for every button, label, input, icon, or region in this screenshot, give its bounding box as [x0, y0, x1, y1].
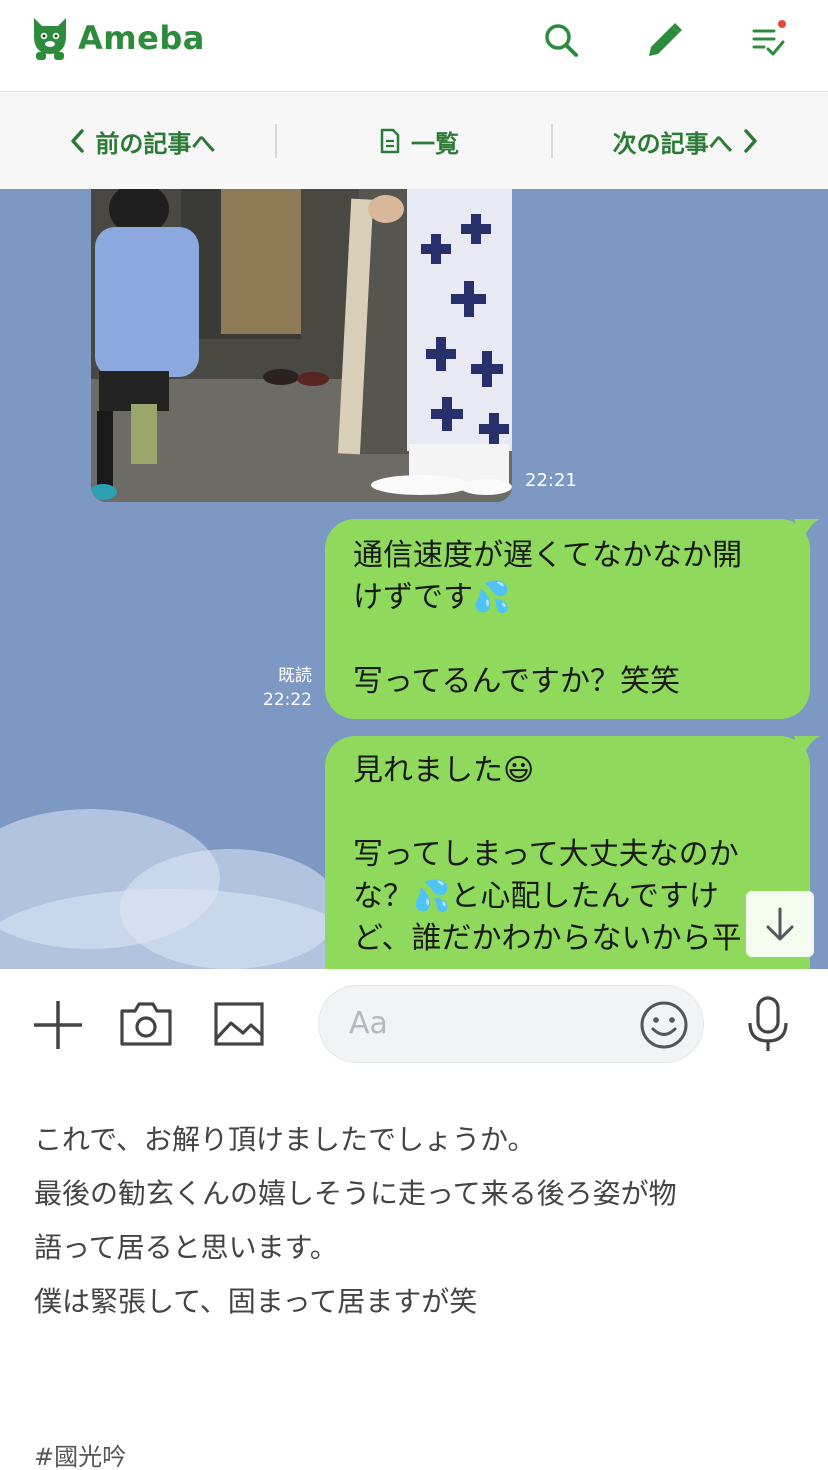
chat-input-bar: Aa — [0, 969, 828, 1079]
article-body: これで、お解り頂けましたでしょうか。 最後の勧玄くんの嬉しそうに走って来る後ろ姿… — [34, 1113, 804, 1329]
emoji-icon[interactable] — [639, 1000, 689, 1050]
chevron-right-icon — [743, 129, 757, 153]
write-button[interactable] — [645, 18, 685, 62]
read-receipt: 既読 22:22 — [244, 664, 312, 712]
article-list-label: 一覧 — [411, 129, 459, 158]
bubble-tail-icon — [794, 519, 820, 543]
message-input-placeholder: Aa — [349, 1006, 388, 1041]
article-list-link[interactable]: 一覧 — [274, 124, 552, 158]
message-line: 写ってしまって大丈夫なのか — [353, 837, 739, 872]
camera-button[interactable] — [119, 1001, 173, 1051]
app-header: Ameba — [0, 0, 828, 92]
message-input[interactable]: Aa — [318, 985, 704, 1063]
bubble-tail-icon — [794, 736, 820, 760]
ameba-logo[interactable]: Ameba — [30, 14, 205, 62]
photo-timestamp: 22:21 — [525, 470, 577, 491]
message-bubble[interactable]: 通信速度が遅くてなかなか開 けずです💦 ​ 写ってるんですか？笑笑 — [325, 519, 820, 719]
next-article-label: 次の記事へ — [612, 129, 733, 158]
shared-photo[interactable] — [91, 189, 512, 502]
message-line: けずです💦 — [353, 580, 511, 615]
pencil-icon — [649, 23, 682, 56]
message-line: 通信速度が遅くてなかなか開 — [353, 538, 743, 573]
image-button[interactable] — [213, 1001, 265, 1051]
plus-icon — [34, 1001, 82, 1049]
message-bubble[interactable]: 見れました😃 ​ 写ってしまって大丈夫なのか な？💦と心配したんですけ ど、誰だ… — [325, 736, 820, 969]
message-line: な？💦と心配したんですけ — [353, 879, 719, 914]
image-icon — [214, 1002, 264, 1046]
hashtag-link[interactable]: #國光吟 — [34, 1437, 126, 1470]
feed-button[interactable] — [748, 18, 788, 62]
message-line: ​ — [353, 792, 782, 834]
chat-screenshot: 22:21 既読 22:22 通信速度が遅くてなかなか開 けずです💦 ​ 写って… — [0, 189, 828, 969]
read-timestamp: 22:22 — [263, 690, 312, 710]
voice-button[interactable] — [746, 995, 790, 1057]
article-line: 最後の勧玄くんの嬉しそうに走って来る後ろ姿が物 — [34, 1177, 677, 1210]
scroll-down-button[interactable] — [746, 891, 814, 957]
camera-icon — [120, 1002, 172, 1046]
message-line: ど、誰だかわからないから平 — [353, 921, 742, 956]
ameba-mascot-icon — [34, 18, 66, 60]
article-line: 語って居ると思います。 — [34, 1231, 338, 1264]
chevron-left-icon — [71, 129, 85, 153]
photo-illustration — [91, 189, 512, 502]
message-line: 見れました😃 — [353, 753, 535, 788]
next-article-link[interactable]: 次の記事へ — [551, 124, 828, 158]
search-icon — [545, 24, 578, 57]
logo-text: Ameba — [78, 19, 205, 57]
prev-article-label: 前の記事へ — [95, 129, 216, 158]
message-line: ​ — [353, 619, 782, 661]
add-button[interactable] — [32, 999, 84, 1055]
notification-dot — [776, 18, 788, 30]
prev-article-link[interactable]: 前の記事へ — [0, 124, 275, 158]
arrow-down-icon — [766, 907, 794, 941]
search-button[interactable] — [541, 18, 581, 62]
article-navigation: 前の記事へ 一覧 次の記事へ — [0, 93, 828, 189]
article-line: これで、お解り頂けましたでしょうか。 — [34, 1123, 536, 1156]
document-icon — [380, 128, 400, 154]
article-line: 僕は緊張して、固まって居ますが笑 — [34, 1285, 478, 1318]
read-label: 既読 — [278, 666, 312, 686]
message-line: 写ってるんですか？笑笑 — [353, 664, 680, 699]
microphone-icon — [748, 996, 788, 1051]
